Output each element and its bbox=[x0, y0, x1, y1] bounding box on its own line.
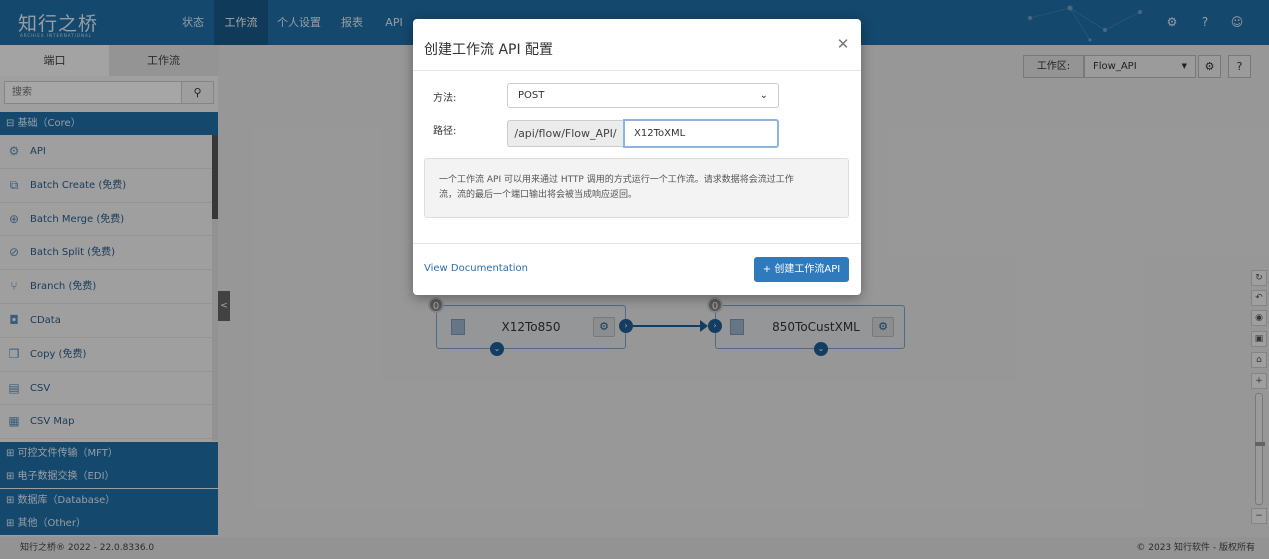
info-text-line2: 流，流的最后一个端口输出将会被当成响应返回。 bbox=[439, 190, 638, 200]
info-box: 一个工作流 API 可以用来通过 HTTP 调用的方式运行一个工作流。请求数据将… bbox=[424, 158, 849, 218]
method-label: 方法: bbox=[433, 93, 457, 104]
modal-title: 创建工作流 API 配置 bbox=[424, 42, 554, 58]
create-workflow-api-button[interactable]: + 创建工作流API bbox=[754, 257, 849, 282]
view-documentation-link[interactable]: View Documentation bbox=[424, 263, 528, 274]
path-label: 路径: bbox=[433, 126, 457, 137]
method-value: POST bbox=[518, 90, 545, 101]
chevron-down-icon: ⌄ bbox=[759, 90, 768, 101]
path-prefix: /api/flow/Flow_API/ bbox=[507, 120, 623, 147]
info-text-line1: 一个工作流 API 可以用来通过 HTTP 调用的方式运行一个工作流。请求数据将… bbox=[439, 175, 794, 185]
create-api-modal: 创建工作流 API 配置 ✕ 方法: POST ⌄ 路径: /api/flow/… bbox=[413, 19, 861, 295]
path-input[interactable] bbox=[623, 119, 779, 148]
divider bbox=[413, 70, 861, 71]
method-select[interactable]: POST ⌄ bbox=[507, 83, 779, 108]
close-icon[interactable]: ✕ bbox=[835, 35, 851, 53]
divider bbox=[413, 243, 861, 244]
